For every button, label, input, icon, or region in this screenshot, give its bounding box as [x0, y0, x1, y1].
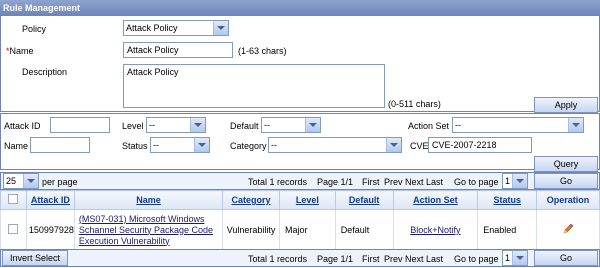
query-button[interactable]: Query: [534, 156, 598, 172]
header-action-set[interactable]: Action Set: [392, 190, 479, 210]
row-name-link[interactable]: (MS07-031) Microsoft Windows Schannel Se…: [79, 214, 213, 246]
attack-id-label: Attack ID: [4, 121, 41, 131]
prev-page-link-bottom[interactable]: Prev: [384, 254, 403, 264]
go-to-page-select-bottom[interactable]: 1: [502, 250, 528, 266]
description-hint: (0-511 chars): [388, 99, 441, 109]
select-all-header[interactable]: [0, 190, 27, 210]
row-action-set-link[interactable]: Block+Notify: [410, 225, 460, 235]
status-select-value: --: [153, 140, 159, 150]
level-label: Level: [122, 121, 144, 131]
name-input[interactable]: Attack Policy: [123, 42, 233, 58]
policy-label: Policy: [22, 24, 47, 34]
go-button-top[interactable]: Go: [534, 173, 598, 189]
header-default[interactable]: Default: [334, 190, 394, 210]
row-category: Vulnerability: [222, 209, 281, 251]
chevron-down-icon: [512, 251, 527, 265]
page-info-bottom: Page 1/1: [317, 254, 354, 264]
go-to-page-label: Go to page: [454, 177, 499, 187]
go-to-page-label-bottom: Go to page: [454, 254, 499, 264]
first-page-link-bottom[interactable]: First: [362, 254, 380, 264]
per-page-select[interactable]: 25: [3, 173, 39, 189]
default-select-value: --: [264, 120, 270, 130]
invert-select-button[interactable]: Invert Select: [2, 250, 68, 266]
go-button-bottom[interactable]: Go: [534, 250, 598, 266]
level-select[interactable]: --: [146, 117, 206, 133]
header-name[interactable]: Name: [73, 190, 224, 210]
attack-id-input[interactable]: [50, 117, 110, 133]
select-all-checkbox[interactable]: [8, 194, 19, 204]
last-page-link-bottom[interactable]: Last: [426, 254, 443, 264]
go-to-page-value: 1: [505, 176, 511, 186]
per-page-label: per page: [42, 177, 78, 187]
search-name-label: Name: [4, 141, 29, 151]
edit-pencil-icon[interactable]: [562, 223, 574, 237]
header-level[interactable]: Level: [279, 190, 336, 210]
go-to-page-select[interactable]: 1: [502, 173, 528, 189]
first-page-link[interactable]: First: [362, 177, 380, 187]
chevron-down-icon: [23, 174, 38, 188]
page-info: Page 1/1: [317, 177, 354, 187]
header-operation: Operation: [536, 190, 600, 210]
chevron-down-icon: [305, 118, 320, 132]
header-category[interactable]: Category: [222, 190, 281, 210]
category-select[interactable]: --: [268, 137, 402, 153]
category-select-value: --: [271, 140, 277, 150]
header-status[interactable]: Status: [477, 190, 538, 210]
default-select[interactable]: --: [261, 117, 321, 133]
total-records: Total 1 records: [248, 177, 308, 187]
chevron-down-icon: [568, 118, 583, 132]
go-to-page-value-bottom: 1: [505, 253, 511, 263]
row-level: Major: [279, 209, 336, 251]
rule-management-title: Rule Management: [0, 0, 600, 16]
chevron-down-icon: [190, 118, 205, 132]
chevron-down-icon: [213, 21, 228, 35]
per-page-value: 25: [6, 176, 17, 186]
cve-label: CVE: [410, 141, 429, 151]
row-default: Default: [334, 209, 394, 251]
total-records-bottom: Total 1 records: [248, 254, 308, 264]
name-label: *Name: [6, 46, 34, 56]
cve-input[interactable]: CVE-2007-2218: [428, 137, 532, 153]
name-hint: (1-63 chars): [238, 46, 287, 56]
chevron-down-icon: [512, 174, 527, 188]
level-select-value: --: [149, 120, 155, 130]
default-label: Default: [230, 121, 259, 131]
action-set-select-value: --: [455, 120, 461, 130]
search-name-input[interactable]: [30, 137, 90, 153]
next-page-link[interactable]: Next: [405, 177, 424, 187]
row-name-cell: (MS07-031) Microsoft Windows Schannel Se…: [73, 209, 224, 251]
row-action-set-cell: Block+Notify: [392, 209, 479, 251]
status-select[interactable]: --: [150, 137, 210, 153]
row-checkbox-cell[interactable]: [0, 209, 27, 251]
policy-select[interactable]: Attack Policy: [123, 20, 229, 36]
description-label: Description: [22, 67, 68, 77]
row-attack-id: 150997928: [25, 209, 75, 251]
status-label: Status: [122, 141, 148, 151]
name-label-text: Name: [9, 46, 34, 56]
policy-select-value: Attack Policy: [126, 23, 178, 33]
next-page-link-bottom[interactable]: Next: [405, 254, 424, 264]
header-attack-id[interactable]: Attack ID: [25, 190, 75, 210]
action-set-label: Action Set: [408, 121, 450, 131]
chevron-down-icon: [194, 138, 209, 152]
description-textarea[interactable]: Attack Policy: [123, 64, 385, 108]
rules-table: Attack ID Name Category Level Default Ac…: [0, 190, 600, 251]
last-page-link[interactable]: Last: [426, 177, 443, 187]
table-row: 150997928 (MS07-031) Microsoft Windows S…: [0, 209, 600, 251]
row-operation-cell: [536, 209, 600, 251]
category-label: Category: [230, 141, 267, 151]
chevron-down-icon: [386, 138, 401, 152]
action-set-select[interactable]: --: [452, 117, 584, 133]
row-checkbox[interactable]: [8, 224, 19, 234]
prev-page-link[interactable]: Prev: [384, 177, 403, 187]
row-status: Enabled: [477, 209, 538, 251]
apply-button[interactable]: Apply: [534, 97, 598, 113]
